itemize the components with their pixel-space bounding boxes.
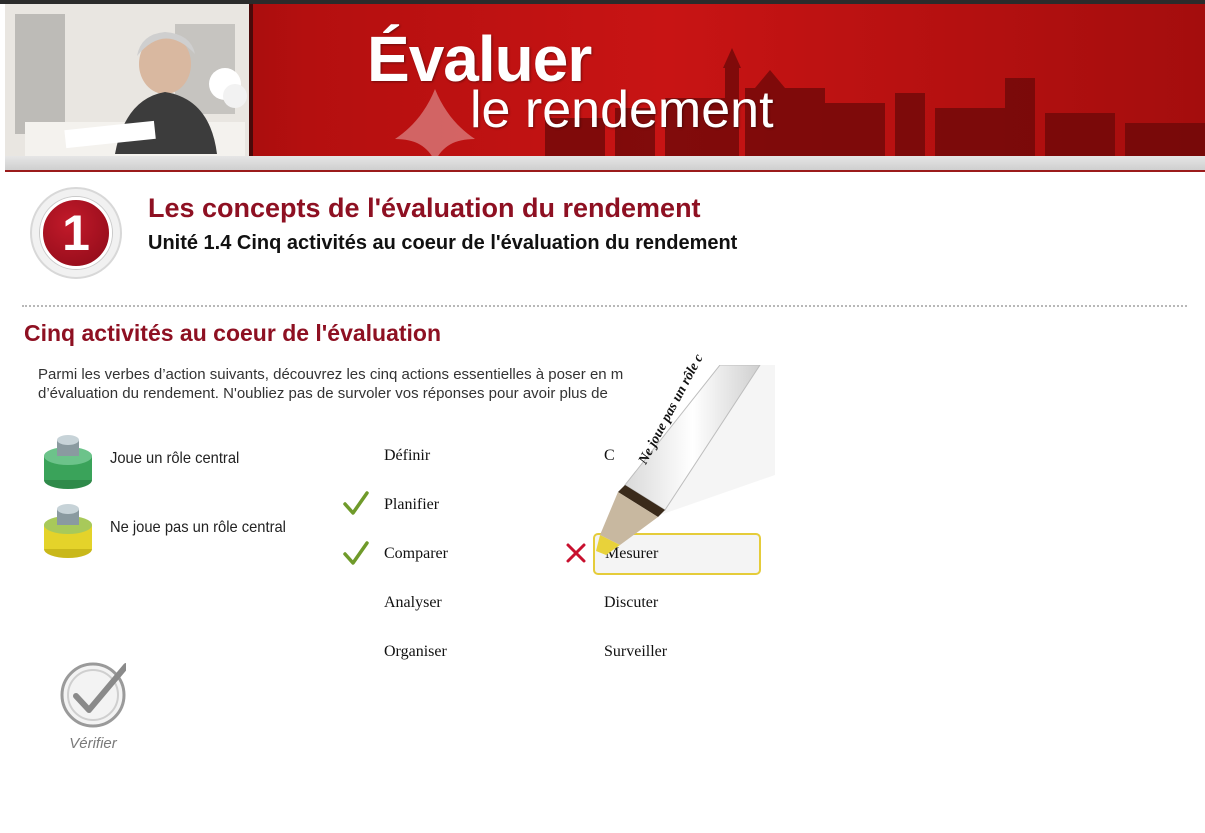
banner-strip bbox=[5, 156, 1205, 172]
module-number-badge: 1 bbox=[30, 187, 122, 279]
dotted-divider bbox=[22, 305, 1187, 307]
unit-title: Unité 1.4 Cinq activités au coeur de l'é… bbox=[148, 232, 738, 254]
section-title: Cinq activités au coeur de l'évaluation bbox=[24, 320, 442, 346]
word-mesurer[interactable]: Mesurer bbox=[593, 533, 761, 575]
check-icon bbox=[343, 491, 369, 515]
word-planifier[interactable]: Planifier bbox=[379, 491, 534, 519]
cross-icon bbox=[566, 543, 586, 563]
word-discuter[interactable]: Discuter bbox=[599, 589, 754, 617]
green-weight-icon bbox=[44, 435, 92, 489]
word-organiser[interactable]: Organiser bbox=[379, 638, 534, 666]
legend-not-central-label: Ne joue pas un rôle central bbox=[110, 519, 286, 536]
word-comparer[interactable]: Comparer bbox=[379, 540, 534, 568]
legend-central-label: Joue un rôle central bbox=[110, 450, 240, 467]
banner-title-line2: le rendement bbox=[470, 81, 774, 139]
word-definir[interactable]: Définir bbox=[379, 442, 534, 470]
word-col2-first[interactable]: C bbox=[599, 442, 639, 470]
verify-check-icon bbox=[60, 662, 126, 728]
yellow-weight-icon bbox=[44, 504, 92, 558]
woman-writing-photo bbox=[5, 4, 253, 160]
verify-button[interactable]: Vérifier bbox=[56, 660, 134, 756]
legend-central: Joue un rôle central bbox=[42, 432, 342, 492]
banner: Évaluer le rendement bbox=[5, 4, 1205, 172]
module-number: 1 bbox=[40, 197, 112, 269]
maple-leaf-icon bbox=[395, 89, 475, 162]
instructions-text: Parmi les verbes d’action suivants, déco… bbox=[38, 366, 624, 402]
verify-label: Vérifier bbox=[69, 735, 117, 752]
word-surveiller[interactable]: Surveiller bbox=[599, 638, 754, 666]
check-icon bbox=[343, 541, 369, 565]
module-title: Les concepts de l'évaluation du rendemen… bbox=[148, 193, 701, 223]
legend-not-central: Ne joue pas un rôle central bbox=[42, 501, 342, 561]
word-analyser[interactable]: Analyser bbox=[379, 589, 534, 617]
